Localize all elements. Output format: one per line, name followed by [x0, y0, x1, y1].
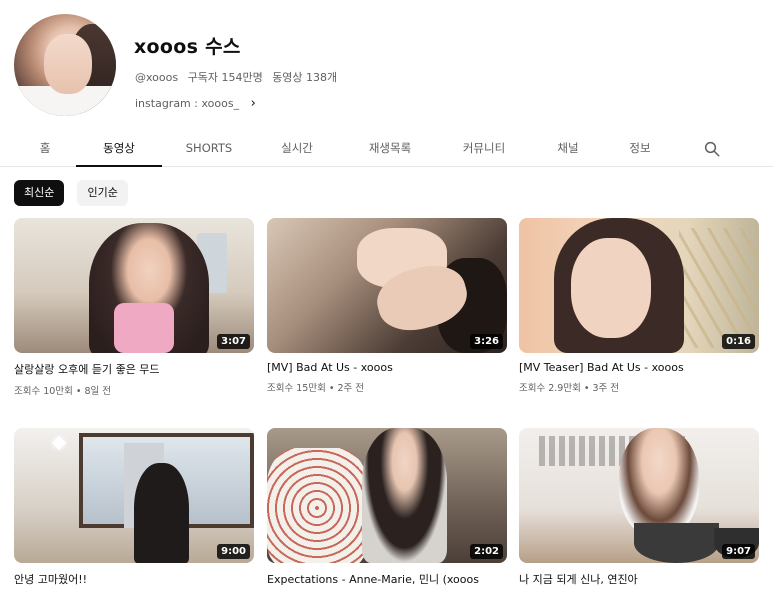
video-card[interactable]: 9:00 안녕 고마웠어!!: [14, 428, 254, 587]
video-duration: 3:07: [217, 334, 250, 349]
channel-tabs: 홈 동영상 SHORTS 실시간 재생목록 커뮤니티 채널 정보: [0, 129, 773, 167]
video-title[interactable]: 살랑살랑 오후에 듣기 좋은 무드: [14, 361, 254, 377]
video-card[interactable]: 0:16 [MV Teaser] Bad At Us - xooos 조회수 2…: [519, 218, 759, 394]
channel-meta: @xooos 구독자 154만명 동영상 138개: [135, 69, 343, 85]
channel-name: xooos 수스: [134, 36, 241, 58]
subscriber-count: 구독자 154만명: [187, 71, 263, 84]
video-thumbnail[interactable]: 9:00: [14, 428, 254, 563]
video-meta: 조회수 15만회 • 2주 전: [267, 383, 364, 394]
video-title[interactable]: [MV Teaser] Bad At Us - xooos: [519, 361, 759, 374]
video-count: 동영상 138개: [272, 71, 338, 84]
video-card[interactable]: 9:07 나 지금 되게 신나, 연진아: [519, 428, 759, 587]
tab-videos[interactable]: 동영상: [76, 129, 162, 167]
video-meta: 조회수 2.9만회 • 3주 전: [519, 383, 620, 394]
video-thumbnail[interactable]: 3:26: [267, 218, 507, 353]
video-title[interactable]: 안녕 고마웠어!!: [14, 571, 254, 587]
chip-latest[interactable]: 최신순: [14, 180, 65, 206]
video-duration: 2:02: [470, 544, 503, 559]
video-thumbnail[interactable]: 9:07: [519, 428, 759, 563]
tab-about[interactable]: 정보: [620, 129, 660, 167]
search-icon[interactable]: [703, 140, 721, 158]
video-title[interactable]: 나 지금 되게 신나, 연진아: [519, 571, 759, 587]
tab-shorts[interactable]: SHORTS: [178, 129, 240, 167]
video-title[interactable]: [MV] Bad At Us - xooos: [267, 361, 507, 374]
video-card[interactable]: 3:26 [MV] Bad At Us - xooos 조회수 15만회 • 2…: [267, 218, 507, 394]
channel-link-text[interactable]: instagram : xooos_: [135, 97, 239, 110]
tab-playlists[interactable]: 재생목록: [358, 129, 422, 167]
chevron-right-icon[interactable]: ›: [251, 96, 256, 111]
video-card[interactable]: 3:07 살랑살랑 오후에 듣기 좋은 무드 조회수 10만회 • 8일 전: [14, 218, 254, 397]
tab-live[interactable]: 실시간: [272, 129, 322, 167]
video-card[interactable]: 2:02 Expectations - Anne-Marie, 민니 (xooo…: [267, 428, 507, 587]
sort-chips: 최신순 인기순: [14, 180, 136, 206]
video-duration: 9:00: [217, 544, 250, 559]
video-thumbnail[interactable]: 2:02: [267, 428, 507, 563]
channel-link[interactable]: instagram : xooos_ ›: [135, 96, 256, 111]
chip-popular[interactable]: 인기순: [77, 180, 128, 206]
channel-handle: @xooos: [135, 71, 179, 84]
video-duration: 0:16: [722, 334, 755, 349]
video-thumbnail[interactable]: 0:16: [519, 218, 759, 353]
tab-community[interactable]: 커뮤니티: [452, 129, 516, 167]
tab-channels[interactable]: 채널: [548, 129, 588, 167]
channel-avatar[interactable]: [14, 14, 116, 116]
video-duration: 9:07: [722, 544, 755, 559]
video-thumbnail[interactable]: 3:07: [14, 218, 254, 353]
tab-home[interactable]: 홈: [30, 129, 60, 167]
video-duration: 3:26: [470, 334, 503, 349]
channel-header: xooos 수스 @xooos 구독자 154만명 동영상 138개 insta…: [14, 14, 754, 119]
video-title[interactable]: Expectations - Anne-Marie, 민니 (xooos: [267, 571, 507, 587]
channel-page: xooos 수스 @xooos 구독자 154만명 동영상 138개 insta…: [0, 0, 773, 600]
video-meta: 조회수 10만회 • 8일 전: [14, 386, 111, 397]
